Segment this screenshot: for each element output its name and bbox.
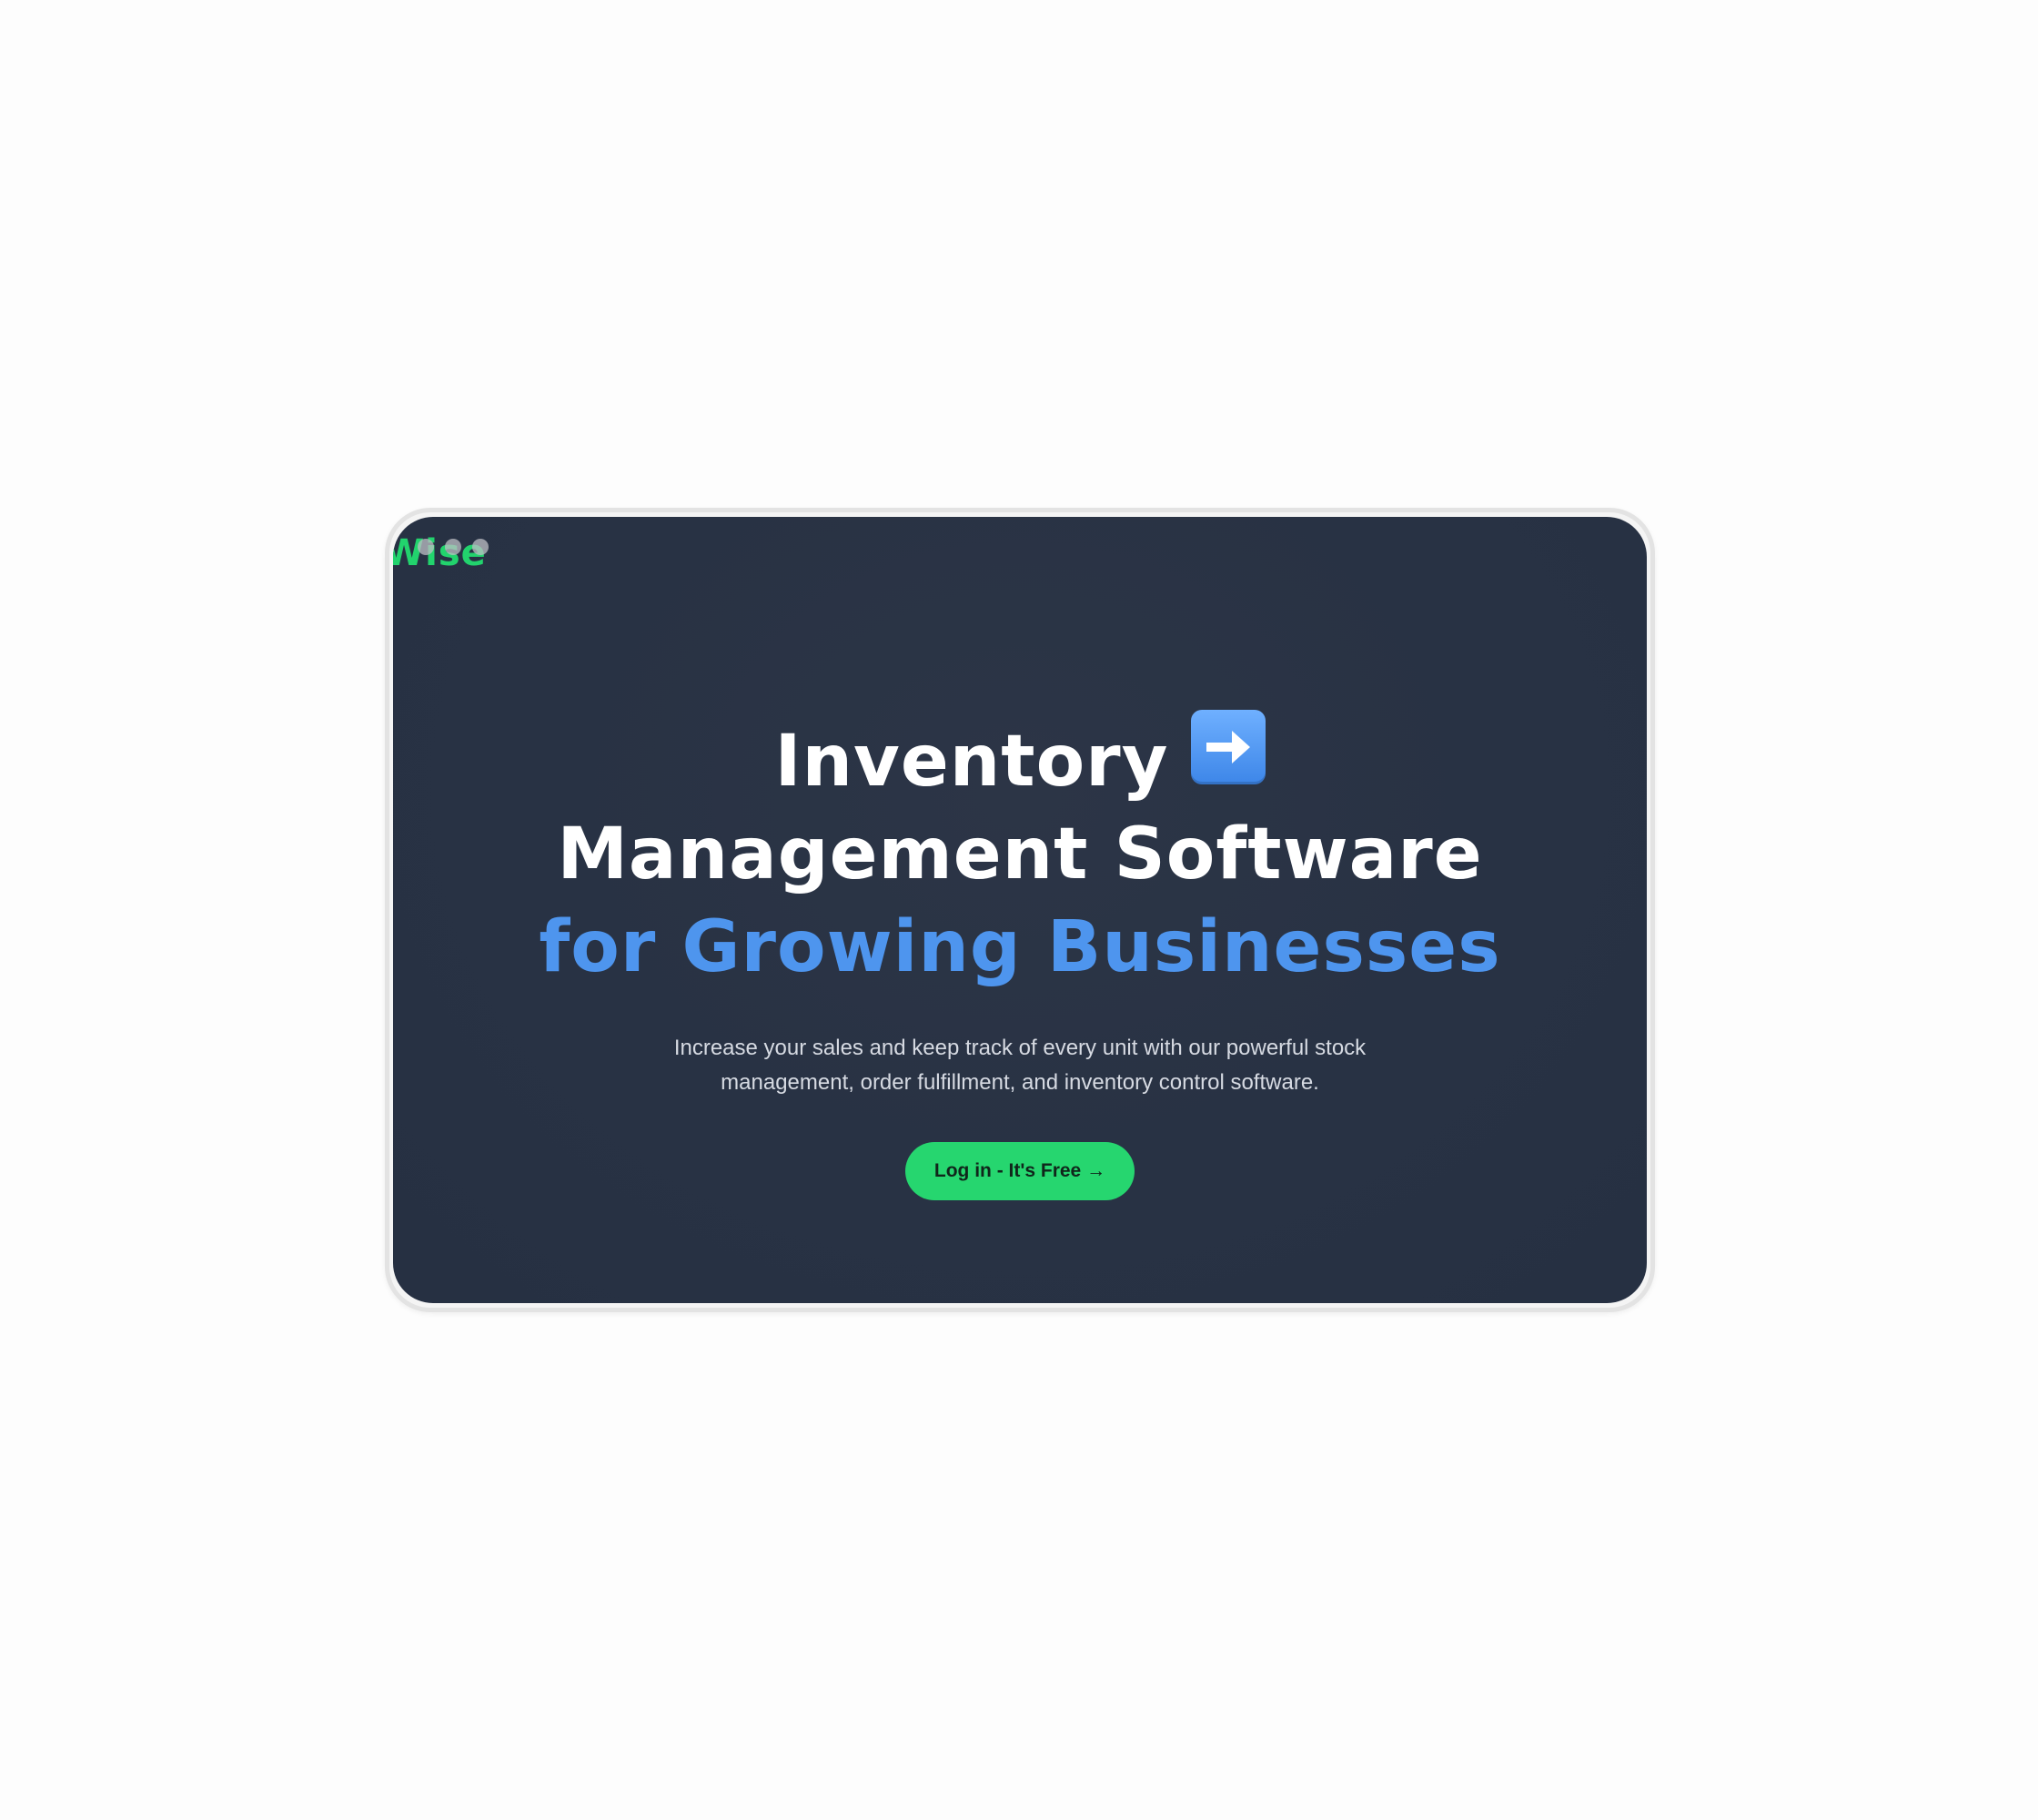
headline-line-1: Inventory [393,710,1647,808]
headline-text-1: Inventory [774,721,1169,803]
hero-headline: Inventory Management Software for Growin… [393,710,1647,994]
window-dot-icon [472,539,489,555]
screen: Wise Inventory Management Software for G… [393,517,1647,1303]
hero-section: Inventory Management Software for Growin… [393,710,1647,1200]
window-dot-icon [445,539,461,555]
window-dot-icon [418,539,434,555]
right-arrow-icon [1190,710,1266,784]
login-free-button[interactable]: Log in - It's Free → [904,1142,1135,1200]
headline-line-3: for Growing Businesses [539,906,1501,988]
window-controls [418,539,489,555]
device-frame: Wise Inventory Management Software for G… [385,508,1655,1312]
hero-subtitle: Increase your sales and keep track of ev… [673,1036,1367,1095]
headline-line-2: Management Software [557,814,1483,895]
